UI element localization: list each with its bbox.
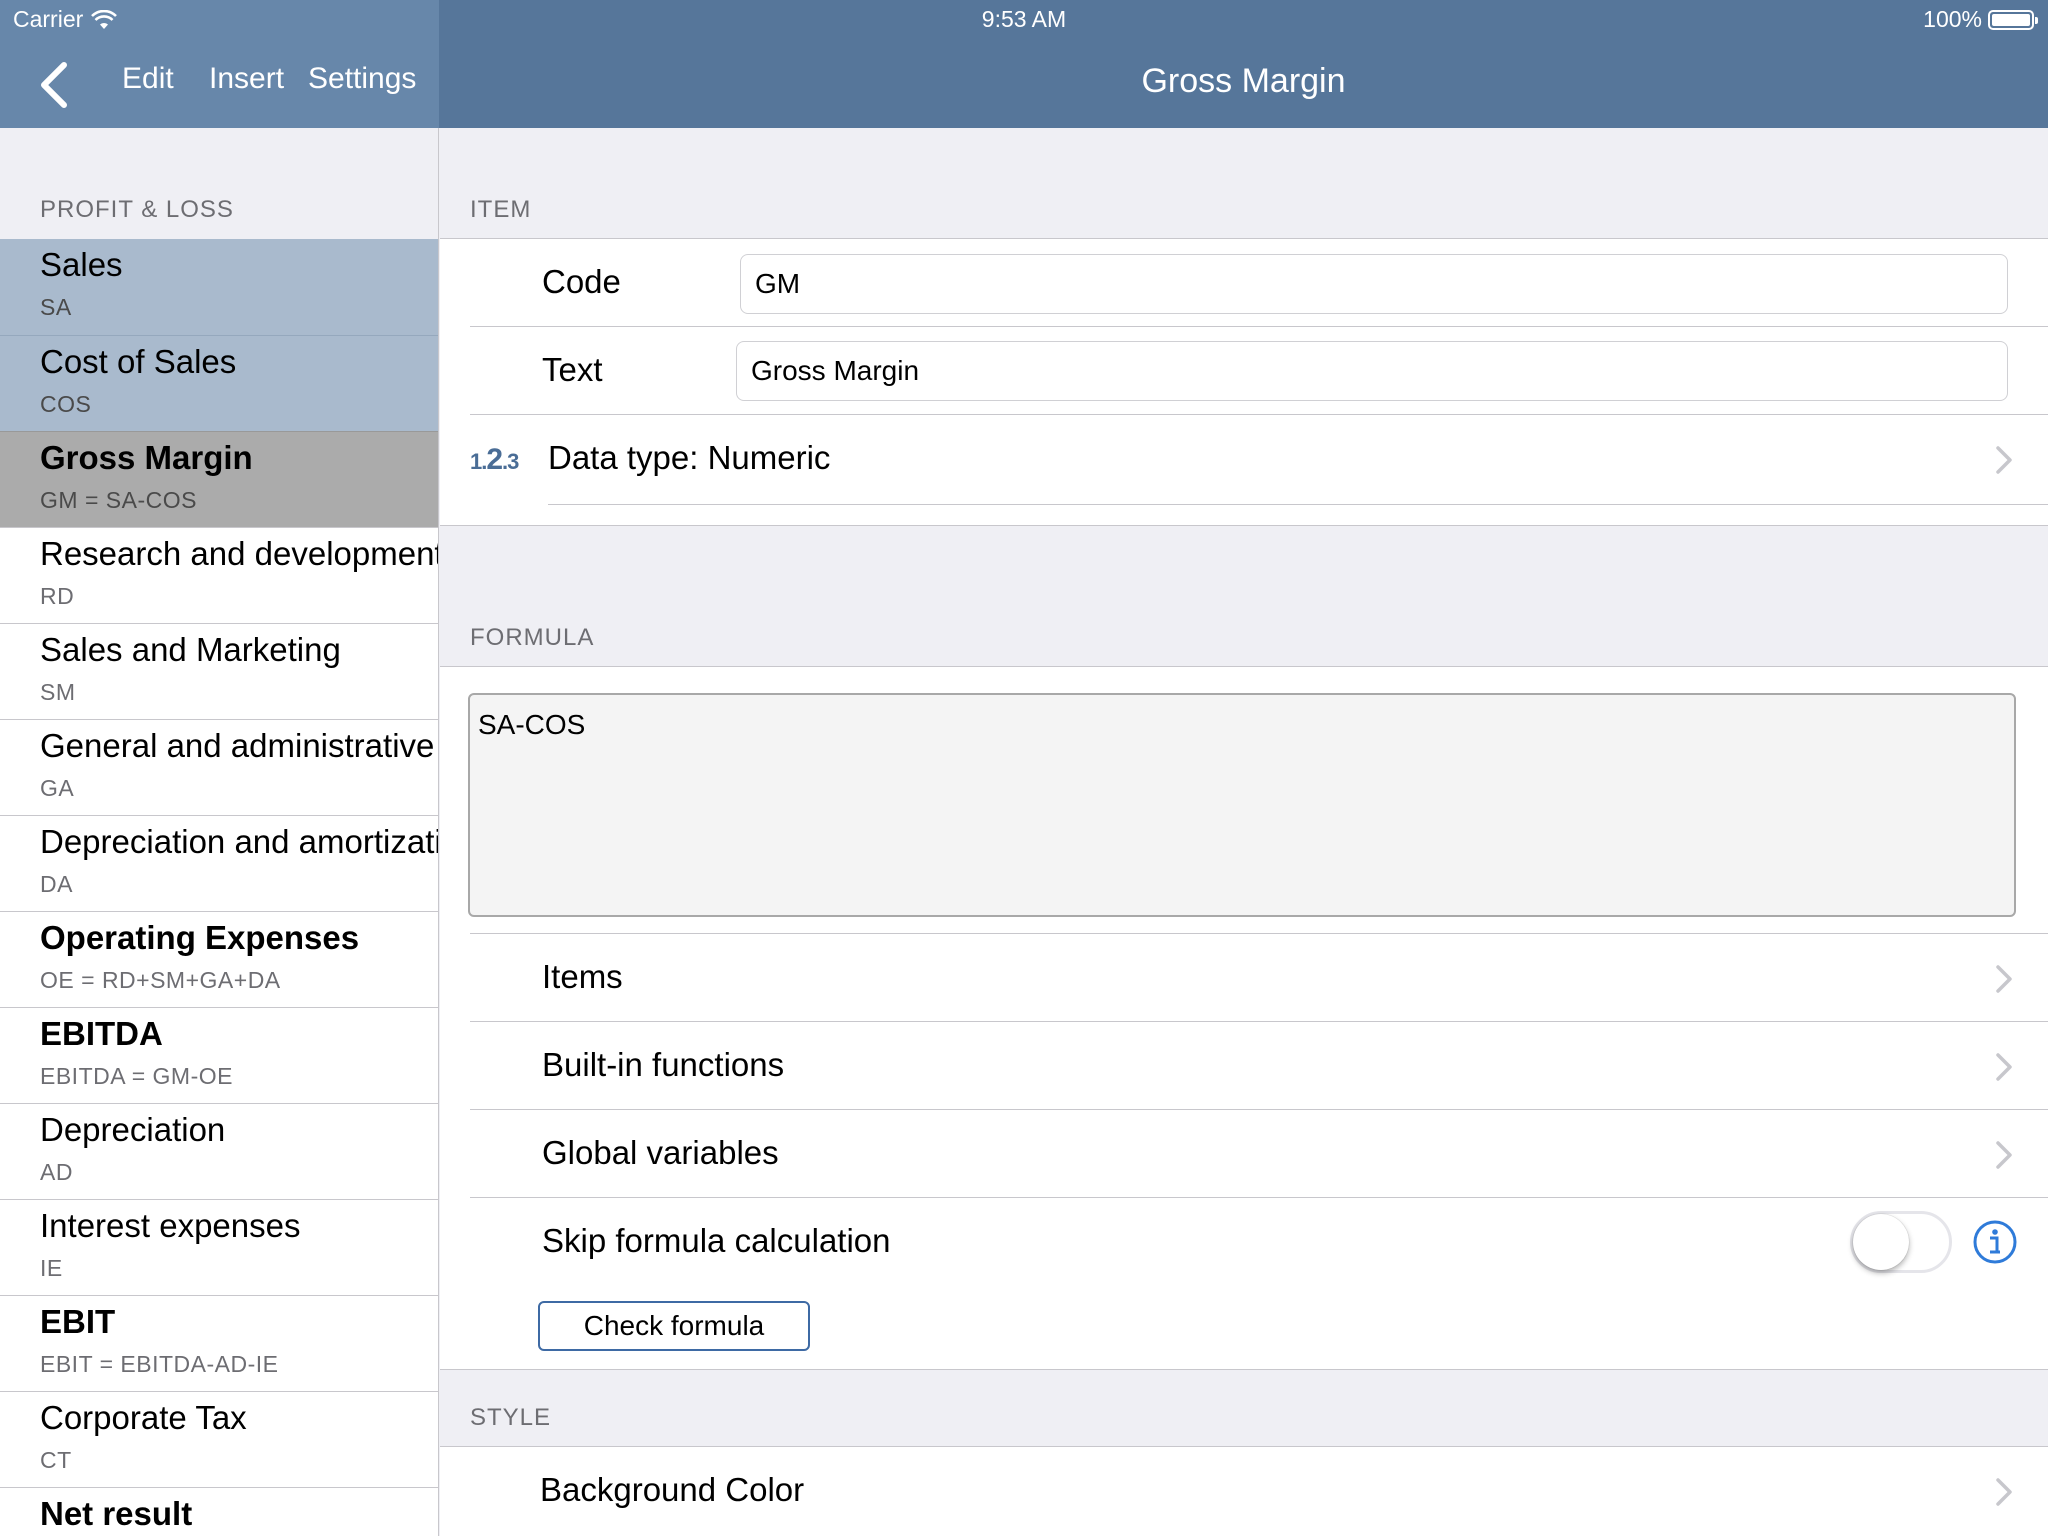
skip-formula-row: Skip formula calculation — [470, 1198, 2048, 1286]
code-label: Code — [542, 263, 621, 300]
list-item-title: General and administrative — [40, 727, 435, 764]
list-item-code: GA — [40, 775, 75, 801]
list-item-title: Corporate Tax — [40, 1399, 247, 1436]
list-item-title: Depreciation and amortization — [40, 823, 438, 860]
chevron-right-icon — [1996, 1141, 2012, 1169]
status-battery: 100% — [1923, 6, 2038, 33]
item-list-pane: PROFIT & LOSS Sales SA Cost of Sales COS… — [0, 128, 439, 1536]
builtin-functions-row[interactable]: Built-in functions — [470, 1022, 2048, 1110]
chevron-right-icon — [1996, 446, 2012, 474]
text-label: Text — [542, 351, 603, 388]
style-group: Background Color — [440, 1446, 2048, 1536]
list-item-title: Interest expenses — [40, 1207, 301, 1244]
section-header-item: ITEM — [470, 196, 532, 223]
list-item[interactable]: Operating Expenses OE = RD+SM+GA+DA — [0, 911, 438, 1007]
navigation-bar: Carrier 9:53 AM 100% Edit Insert Setting… — [0, 0, 2048, 128]
list-item[interactable]: EBIT EBIT = EBITDA-AD-IE — [0, 1295, 438, 1391]
list-item[interactable]: General and administrative GA — [0, 719, 438, 815]
chevron-left-icon — [41, 62, 67, 108]
list-item-code: RD — [40, 583, 75, 609]
list-item-title: Sales — [40, 246, 123, 283]
list-item[interactable]: Corporate Tax CT — [0, 1391, 438, 1487]
edit-button[interactable]: Edit — [122, 62, 174, 96]
list-item-title: Cost of Sales — [40, 343, 237, 380]
list-item[interactable]: Net result — [0, 1487, 438, 1536]
list-item[interactable]: Interest expenses IE — [0, 1199, 438, 1295]
skip-formula-toggle[interactable] — [1850, 1211, 1952, 1273]
info-icon[interactable] — [1972, 1219, 2018, 1265]
list-item-title: Sales and Marketing — [40, 631, 341, 668]
page-title: Gross Margin — [1141, 62, 1346, 100]
list-item-code: DA — [40, 871, 73, 897]
battery-percent: 100% — [1923, 6, 1982, 32]
list-item[interactable]: Depreciation and amortization DA — [0, 815, 438, 911]
list-item[interactable]: Cost of Sales COS — [0, 335, 438, 431]
item-list: Sales SA Cost of Sales COS Gross Margin … — [0, 239, 438, 1536]
list-item-title: Net result — [40, 1495, 193, 1532]
formula-input[interactable]: SA-COS — [468, 693, 2016, 917]
builtin-functions-label: Built-in functions — [542, 1046, 785, 1083]
list-item-title: Depreciation — [40, 1111, 226, 1148]
list-item-title: EBITDA — [40, 1015, 163, 1052]
list-item-code: IE — [40, 1255, 63, 1281]
item-group: Code Text 1.2.3 Data type: Numeric — [440, 238, 2048, 526]
background-color-label: Background Color — [540, 1471, 805, 1508]
data-type-label: Data type: Numeric — [548, 439, 831, 476]
chevron-right-icon — [1996, 1478, 2012, 1506]
insert-button[interactable]: Insert — [209, 62, 284, 96]
skip-formula-label: Skip formula calculation — [542, 1222, 891, 1259]
text-row: Text — [470, 327, 2048, 415]
list-item[interactable]: Depreciation AD — [0, 1103, 438, 1199]
list-item-code: EBITDA = GM-OE — [40, 1063, 233, 1089]
list-item[interactable]: Sales and Marketing SM — [0, 623, 438, 719]
formula-group: SA-COS Items Built-in functions Global v… — [440, 666, 2048, 1370]
section-header-formula: FORMULA — [470, 624, 595, 651]
global-variables-row[interactable]: Global variables — [470, 1110, 2048, 1198]
detail-pane: ITEM Code Text 1.2.3 Data type: Numeric … — [440, 128, 2048, 1536]
list-item-code: SM — [40, 679, 76, 705]
status-time: 9:53 AM — [981, 6, 1067, 32]
section-header-profit-loss: PROFIT & LOSS — [40, 196, 234, 223]
list-item-title: Research and development — [40, 535, 438, 572]
data-type-row[interactable]: 1.2.3 Data type: Numeric — [470, 415, 2048, 505]
list-item-code: OE = RD+SM+GA+DA — [40, 967, 281, 993]
toggle-knob — [1853, 1214, 1909, 1270]
list-item-code: AD — [40, 1159, 73, 1185]
list-item-selected[interactable]: Gross Margin GM = SA-COS — [0, 431, 438, 527]
row-divider — [548, 504, 2048, 505]
items-row[interactable]: Items — [470, 934, 2048, 1022]
list-item-code: GM = SA-COS — [40, 487, 197, 513]
battery-icon — [1988, 9, 2038, 30]
list-item[interactable]: Research and development RD — [0, 527, 438, 623]
numeric-type-icon: 1.2.3 — [470, 443, 519, 476]
global-variables-label: Global variables — [542, 1134, 779, 1171]
list-item-title: EBIT — [40, 1303, 116, 1340]
code-row: Code — [470, 239, 2048, 327]
items-label: Items — [542, 958, 623, 995]
list-item-code: SA — [40, 294, 72, 320]
background-color-row[interactable]: Background Color — [470, 1447, 2048, 1535]
text-input[interactable] — [736, 341, 2008, 401]
list-item-code: EBIT = EBITDA-AD-IE — [40, 1351, 279, 1377]
code-input[interactable] — [740, 254, 2008, 314]
section-header-style: STYLE — [470, 1404, 552, 1431]
list-item-code: CT — [40, 1447, 72, 1473]
chevron-right-icon — [1996, 965, 2012, 993]
chevron-right-icon — [1996, 1053, 2012, 1081]
list-item-code: COS — [40, 391, 92, 417]
back-button[interactable] — [34, 58, 74, 112]
list-item-title: Operating Expenses — [40, 919, 360, 956]
check-formula-button[interactable]: Check formula — [538, 1301, 810, 1351]
list-item[interactable]: Sales SA — [0, 239, 438, 335]
list-item-title: Gross Margin — [40, 439, 253, 476]
list-item[interactable]: EBITDA EBITDA = GM-OE — [0, 1007, 438, 1103]
settings-button[interactable]: Settings — [308, 62, 416, 96]
